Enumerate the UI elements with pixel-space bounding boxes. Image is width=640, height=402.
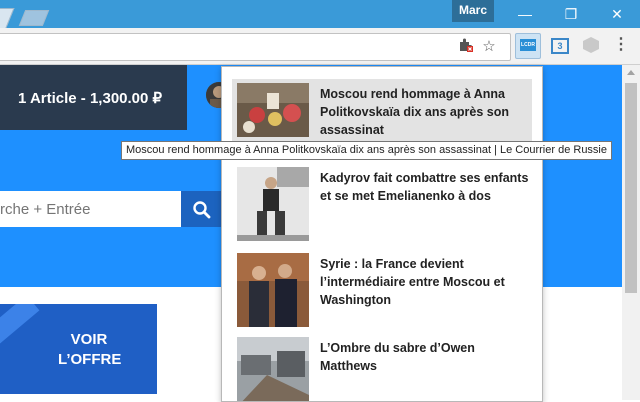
scroll-thumb[interactable] [625,83,637,293]
article-item[interactable]: Moscou rend hommage à Anna Politkovskaïa… [232,79,532,141]
panel-extension-icon: 3 [551,38,569,54]
extension-popup: Moscou rend hommage à Anna Politkovskaïa… [221,66,543,402]
article-title: Moscou rend hommage à Anna Politkovskaïa… [320,87,509,137]
article-item[interactable]: Syrie : la France devient l’intermédiair… [232,249,532,327]
window-title-bar: Marc — ❐ ✕ [0,0,640,30]
cart-summary[interactable]: 1 Article - 1,300.00 ₽ [0,65,187,130]
lcm-extension-button[interactable]: LCDR [515,33,541,59]
browser-tab[interactable] [0,8,15,30]
article-thumbnail [237,337,309,401]
panel-extension-button[interactable]: 3 [548,34,570,56]
box-extension-icon [583,37,599,53]
article-thumbnail [237,253,309,327]
offer-banner[interactable]: VOIR L’OFFRE [0,304,157,394]
lcm-extension-icon: LCDR [520,39,536,51]
offer-text: VOIR L’OFFRE [58,331,122,368]
article-thumbnail [237,167,309,241]
search-input[interactable] [0,191,181,227]
minimize-button[interactable]: — [502,0,548,28]
offer-decoration [0,304,40,349]
maximize-button[interactable]: ❐ [548,0,594,28]
star-icon[interactable]: ☆ [479,37,499,57]
article-title: L’Ombre du sabre d’Owen Matthews [320,341,475,373]
article-item[interactable]: Kadyrov fait combattre ses enfants et se… [232,163,532,241]
article-title: Kadyrov fait combattre ses enfants et se… [320,171,529,203]
browser-menu-icon[interactable]: ⋮ [610,34,632,56]
article-thumbnail [237,83,309,137]
browser-toolbar: ☆ LCDR 3 ⋮ [0,28,640,65]
search-button[interactable] [181,191,223,227]
article-item[interactable]: L’Ombre du sabre d’Owen Matthews [232,333,532,401]
new-tab-button[interactable] [18,10,50,26]
address-bar[interactable]: ☆ [0,33,511,61]
box-extension-button[interactable] [580,34,602,56]
close-button[interactable]: ✕ [594,0,640,28]
cart-text: 1 Article - 1,300.00 ₽ [18,90,163,107]
puzzle-icon[interactable] [456,37,476,57]
profile-button[interactable]: Marc [452,0,494,22]
page-scrollbar[interactable] [622,65,640,400]
article-tooltip: Moscou rend hommage à Anna Politkovskaïa… [121,141,612,160]
search-icon [193,201,211,219]
article-title: Syrie : la France devient l’intermédiair… [320,257,505,307]
scroll-up-arrow[interactable] [627,70,635,75]
